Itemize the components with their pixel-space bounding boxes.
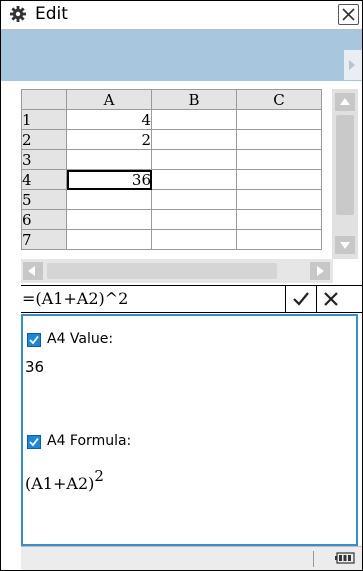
cell-c7[interactable] — [236, 229, 322, 250]
confirm-button[interactable] — [285, 286, 316, 312]
cell-b3[interactable] — [151, 149, 237, 170]
cell-b2[interactable] — [151, 129, 237, 150]
close-icon — [342, 8, 355, 21]
table-row: 6 — [21, 209, 322, 230]
checkmark-icon — [29, 335, 39, 345]
toolbar — [1, 30, 362, 81]
triangle-down-icon — [340, 242, 350, 249]
title-bar: Edit — [1, 1, 362, 30]
cell-b1[interactable] — [151, 109, 237, 130]
formula-bar — [21, 285, 362, 313]
value-label: A4 Value: — [47, 331, 114, 347]
triangle-right-icon — [317, 266, 324, 276]
cell-a5[interactable] — [66, 189, 152, 210]
value-checkbox[interactable] — [27, 333, 41, 347]
checkmark-icon — [29, 437, 39, 447]
formula-input[interactable] — [22, 288, 284, 308]
cell-c6[interactable] — [236, 209, 322, 230]
cell-a7[interactable] — [66, 229, 152, 250]
cell-a2[interactable]: 2 — [66, 129, 152, 150]
row-header[interactable]: 1 — [21, 109, 67, 130]
row-header[interactable]: 5 — [21, 189, 67, 210]
close-button[interactable] — [338, 4, 359, 25]
app-window: Edit A B C 1 4 2 2 3 4 36 5 6 7 =(A1+A2)… — [0, 0, 363, 571]
triangle-up-icon — [340, 98, 350, 105]
close-icon — [324, 292, 338, 306]
vertical-scrollbar[interactable] — [332, 89, 358, 259]
status-bar — [21, 546, 362, 570]
cell-b5[interactable] — [151, 189, 237, 210]
cell-a3[interactable] — [66, 149, 152, 170]
scroll-right-button[interactable] — [310, 262, 330, 280]
gear-icon[interactable] — [9, 5, 27, 23]
table-row: 2 2 — [21, 129, 322, 150]
table-row: 5 — [21, 189, 322, 210]
edit-menu[interactable]: Edit — [35, 4, 68, 24]
horizontal-scroll-thumb[interactable] — [47, 263, 277, 279]
formula-base: (A1+A2) — [25, 474, 95, 493]
cell-a6[interactable] — [66, 209, 152, 230]
cell-c1[interactable] — [236, 109, 322, 130]
row-header[interactable]: 2 — [21, 129, 67, 150]
cell-c3[interactable] — [236, 149, 322, 170]
cell-c5[interactable] — [236, 189, 322, 210]
formula-exponent: 2 — [94, 467, 104, 485]
cell-b6[interactable] — [151, 209, 237, 230]
table-row: 3 — [21, 149, 322, 170]
spreadsheet: A B C 1 4 2 2 3 4 36 5 6 7 — [21, 89, 358, 259]
toolbar-scroll-right[interactable] — [344, 50, 362, 80]
chevron-right-icon — [349, 60, 355, 70]
column-header-a[interactable]: A — [66, 89, 152, 110]
cell-value: 36 — [25, 358, 45, 376]
cell-b4[interactable] — [151, 169, 237, 190]
scroll-left-button[interactable] — [23, 262, 43, 280]
row-header[interactable]: 6 — [21, 209, 67, 230]
status-divider — [313, 551, 314, 567]
column-header-c[interactable]: C — [236, 89, 322, 110]
cell-a1[interactable]: 4 — [66, 109, 152, 130]
cell-c2[interactable] — [236, 129, 322, 150]
cancel-button[interactable] — [316, 286, 347, 312]
battery-icon — [335, 552, 355, 564]
cell-a4-selected[interactable]: 36 — [66, 169, 152, 190]
table-row: 7 — [21, 229, 322, 250]
column-header-b[interactable]: B — [151, 89, 237, 110]
vertical-scroll-thumb[interactable] — [336, 115, 354, 215]
cell-formula: (A1+A2)2 — [25, 467, 104, 493]
row-header[interactable]: 4 — [21, 169, 67, 190]
row-header[interactable]: 7 — [21, 229, 67, 250]
formula-checkbox[interactable] — [27, 435, 41, 449]
row-header[interactable]: 3 — [21, 149, 67, 170]
cell-b7[interactable] — [151, 229, 237, 250]
table-row: 1 4 — [21, 109, 322, 130]
table-row: 4 36 — [21, 169, 322, 190]
column-header-row: A B C — [21, 89, 322, 110]
horizontal-scrollbar[interactable] — [21, 259, 333, 283]
cell-info-panel: A4 Value: 36 A4 Formula: (A1+A2)2 — [21, 314, 358, 546]
formula-label: A4 Formula: — [47, 433, 132, 449]
checkmark-icon — [293, 292, 309, 306]
spreadsheet-grid: A B C 1 4 2 2 3 4 36 5 6 7 — [21, 89, 322, 250]
corner-cell[interactable] — [21, 89, 67, 110]
scroll-down-button[interactable] — [335, 236, 355, 254]
triangle-left-icon — [28, 266, 35, 276]
scroll-up-button[interactable] — [335, 93, 355, 111]
cell-c4[interactable] — [236, 169, 322, 190]
